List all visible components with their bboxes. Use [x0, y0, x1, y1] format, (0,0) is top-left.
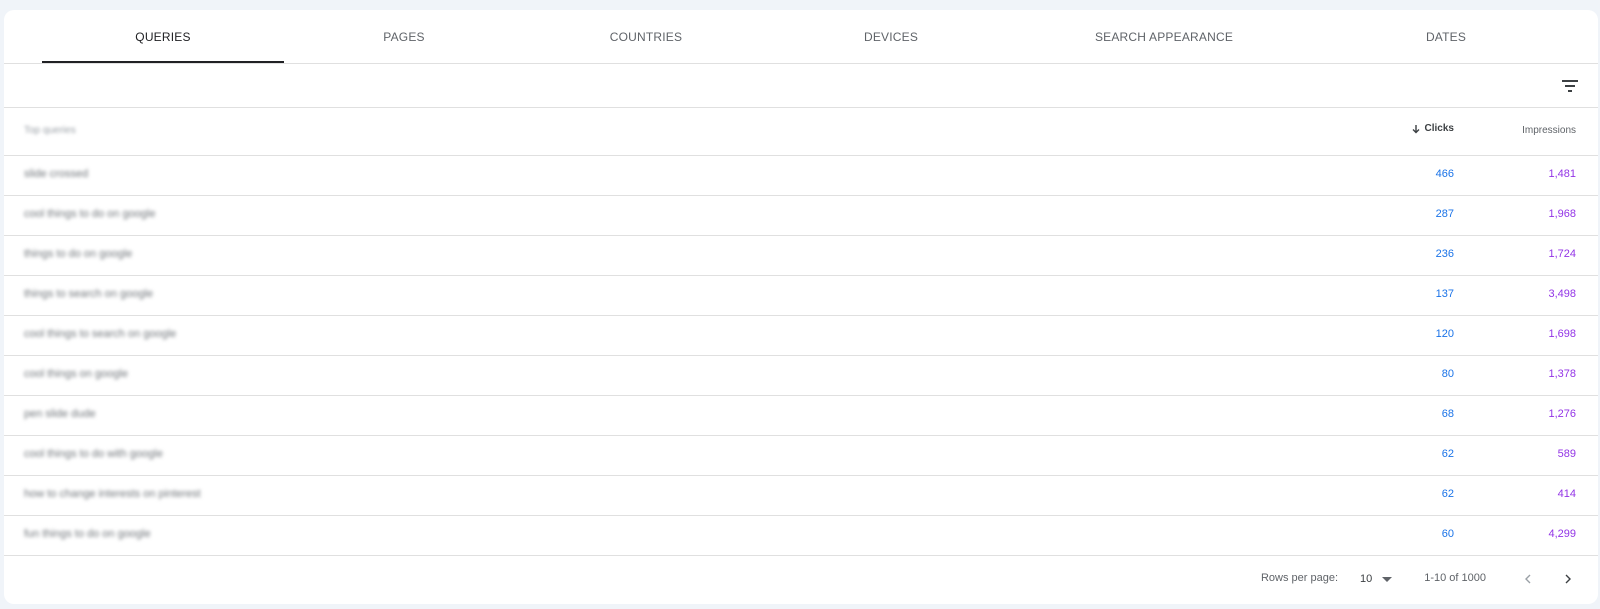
rows-per-page-select[interactable]: 10	[1360, 567, 1412, 591]
tab-dates[interactable]: DATES	[1314, 10, 1578, 64]
tab-devices[interactable]: DEVICES	[768, 10, 1014, 64]
next-page-button[interactable]	[1556, 567, 1580, 591]
tab-queries[interactable]: QUERIES	[42, 10, 284, 64]
arrow-down-icon	[1412, 124, 1420, 133]
dropdown-arrow-icon	[1382, 576, 1393, 582]
previous-page-button[interactable]	[1516, 567, 1540, 591]
column-header-impressions[interactable]: Impressions	[1522, 125, 1576, 136]
query-cell: pen slide dude	[24, 408, 96, 420]
query-cell: cool things to search on google	[24, 328, 177, 340]
tab-countries[interactable]: COUNTRIES	[524, 10, 768, 64]
table-row[interactable]: pen slide dude 68 1,276	[4, 396, 1598, 436]
impressions-cell: 1,968	[1548, 208, 1576, 220]
table-row[interactable]: things to do on google 236 1,724	[4, 236, 1598, 276]
table-row[interactable]: how to change interests on pinterest 62 …	[4, 476, 1598, 516]
pagination-bar: Rows per page: 10 1-10 of 1000	[4, 556, 1598, 604]
impressions-cell: 589	[1557, 448, 1576, 460]
table-body: slide crossed 466 1,481 cool things to d…	[4, 156, 1598, 556]
chevron-left-icon	[1525, 574, 1531, 584]
dimension-tabs: QUERIES PAGES COUNTRIES DEVICES SEARCH A…	[4, 10, 1598, 64]
table-row[interactable]: cool things to search on google 120 1,69…	[4, 316, 1598, 356]
query-cell: cool things on google	[24, 368, 128, 380]
clicks-cell: 466	[1435, 168, 1454, 180]
table-row[interactable]: cool things on google 80 1,378	[4, 356, 1598, 396]
clicks-header-label: Clicks	[1424, 123, 1454, 134]
table-row[interactable]: things to search on google 137 3,498	[4, 276, 1598, 316]
tab-search-appearance[interactable]: SEARCH APPEARANCE	[1014, 10, 1314, 64]
pagination-range: 1-10 of 1000	[1424, 572, 1486, 584]
query-cell: things to search on google	[24, 288, 154, 300]
clicks-cell: 80	[1441, 368, 1454, 380]
impressions-cell: 1,378	[1548, 368, 1576, 380]
filter-icon[interactable]	[1560, 77, 1580, 95]
column-header-clicks[interactable]: Clicks	[1411, 123, 1454, 134]
query-cell: how to change interests on pinterest	[24, 488, 201, 500]
chevron-right-icon	[1565, 574, 1571, 584]
query-cell: cool things to do with google	[24, 448, 163, 460]
rows-per-page-value: 10	[1360, 573, 1373, 585]
table-row[interactable]: cool things to do on google 287 1,968	[4, 196, 1598, 236]
impressions-cell: 1,276	[1548, 408, 1576, 420]
impressions-cell: 414	[1557, 488, 1576, 500]
impressions-cell: 1,724	[1548, 248, 1576, 260]
impressions-cell: 1,698	[1548, 328, 1576, 340]
impressions-cell: 4,299	[1548, 528, 1576, 540]
performance-table-card: QUERIES PAGES COUNTRIES DEVICES SEARCH A…	[4, 10, 1598, 604]
clicks-cell: 68	[1441, 408, 1454, 420]
clicks-cell: 62	[1441, 448, 1454, 460]
clicks-cell: 60	[1441, 528, 1454, 540]
table-header: Top queries Clicks Impressions	[4, 108, 1598, 156]
clicks-cell: 137	[1435, 288, 1454, 300]
impressions-cell: 1,481	[1548, 168, 1576, 180]
active-tab-indicator	[42, 61, 284, 63]
query-cell: things to do on google	[24, 248, 133, 260]
clicks-cell: 287	[1435, 208, 1454, 220]
table-row[interactable]: fun things to do on google 60 4,299	[4, 516, 1598, 556]
query-cell: slide crossed	[24, 168, 89, 180]
tab-pages[interactable]: PAGES	[284, 10, 524, 64]
clicks-cell: 62	[1441, 488, 1454, 500]
clicks-cell: 236	[1435, 248, 1454, 260]
impressions-cell: 3,498	[1548, 288, 1576, 300]
query-cell: cool things to do on google	[24, 208, 156, 220]
table-row[interactable]: cool things to do with google 62 589	[4, 436, 1598, 476]
clicks-cell: 120	[1435, 328, 1454, 340]
rows-per-page-label: Rows per page:	[1260, 572, 1338, 584]
column-header-query[interactable]: Top queries	[24, 125, 76, 136]
table-row[interactable]: slide crossed 466 1,481	[4, 156, 1598, 196]
filter-bar	[4, 65, 1598, 108]
query-cell: fun things to do on google	[24, 528, 151, 540]
